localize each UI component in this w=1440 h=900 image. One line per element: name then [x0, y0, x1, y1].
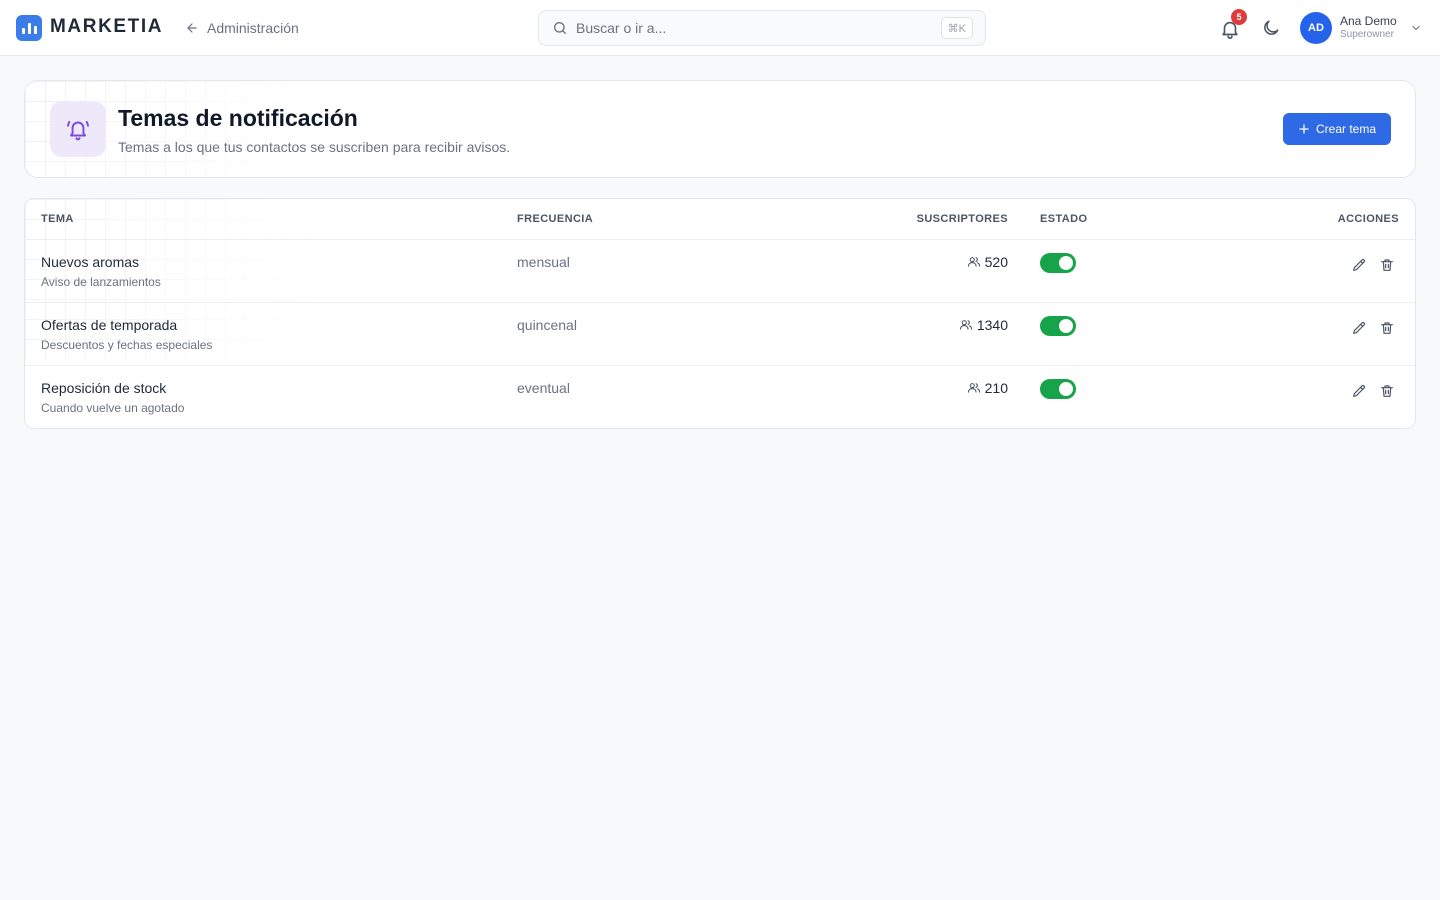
topic-title: Reposición de stock — [41, 380, 167, 396]
topic-icon-tile — [50, 101, 106, 157]
create-topic-button[interactable]: Crear tema — [1283, 113, 1391, 145]
topic-title: Ofertas de temporada — [41, 317, 178, 333]
dark-mode-moon-icon[interactable] — [1261, 18, 1281, 38]
toggle-knob — [1059, 319, 1073, 333]
logo-icon — [16, 15, 42, 41]
table-header: TEMA FRECUENCIA SUSCRIPTORES ESTADO ACCI… — [25, 199, 1415, 240]
topics-table: TEMA FRECUENCIA SUSCRIPTORES ESTADO ACCI… — [24, 198, 1416, 429]
user-name: Ana Demo — [1340, 14, 1397, 28]
toggle-knob — [1059, 382, 1073, 396]
subscribers-value: 520 — [984, 254, 1008, 270]
topic-frequency: eventual — [517, 380, 570, 396]
toggle-knob — [1059, 256, 1073, 270]
edit-pencil-icon[interactable] — [1351, 383, 1367, 399]
column-header-frecuencia[interactable]: FRECUENCIA — [517, 213, 593, 225]
page-header-card: Temas de notificación Temas a los que tu… — [24, 80, 1416, 178]
column-header-acciones: ACCIONES — [1337, 213, 1399, 225]
shortcut-hint: ⌘K — [940, 17, 973, 39]
back-to-admin-link[interactable]: Administración — [185, 18, 299, 38]
create-topic-label: Crear tema — [1315, 122, 1377, 136]
table-row: Ofertas de temporada Descuentos y fechas… — [25, 303, 1415, 366]
edit-pencil-icon[interactable] — [1351, 257, 1367, 273]
search-input[interactable] — [576, 20, 916, 36]
search-icon — [554, 22, 566, 34]
column-header-estado[interactable]: ESTADO — [1040, 213, 1087, 225]
column-header-tema[interactable]: TEMA — [41, 213, 74, 225]
user-role: Superowner — [1340, 29, 1394, 40]
status-toggle[interactable] — [1040, 253, 1076, 273]
topic-description: Cuando vuelve un agotado — [41, 401, 185, 415]
topic-frequency: quincenal — [517, 317, 577, 333]
subscribers-value: 210 — [984, 380, 1008, 396]
back-link-label: Administración — [207, 20, 299, 36]
app-logo-text: MARKETIA — [50, 16, 164, 37]
delete-trash-icon[interactable] — [1379, 257, 1395, 273]
global-search[interactable]: ⌘K — [538, 10, 986, 46]
topic-frequency: mensual — [517, 254, 570, 270]
subscribers-count: 1340 — [959, 317, 1008, 333]
table-row: Reposición de stock Cuando vuelve un ago… — [25, 366, 1415, 428]
topic-description: Descuentos y fechas especiales — [41, 338, 213, 352]
top-bar: MARKETIA Administración ⌘K 5 AD Ana Demo… — [0, 0, 1440, 56]
subscribers-value: 1340 — [976, 317, 1008, 333]
subscribers-count: 210 — [967, 380, 1008, 396]
edit-pencil-icon[interactable] — [1351, 320, 1367, 336]
topic-title: Nuevos aromas — [41, 254, 140, 270]
plus-icon — [1299, 124, 1309, 134]
status-toggle[interactable] — [1040, 316, 1076, 336]
page-subtitle: Temas a los que tus contactos se suscrib… — [118, 139, 511, 155]
user-menu[interactable]: AD Ana Demo Superowner — [1300, 12, 1426, 44]
chevron-down-icon — [1412, 25, 1420, 31]
delete-trash-icon[interactable] — [1379, 383, 1395, 399]
delete-trash-icon[interactable] — [1379, 320, 1395, 336]
column-header-suscriptores[interactable]: SUSCRIPTORES — [917, 213, 1008, 225]
topic-description: Aviso de lanzamientos — [41, 275, 161, 289]
notifications-badge: 5 — [1231, 9, 1247, 25]
subscribers-count: 520 — [967, 254, 1008, 270]
users-icon — [967, 257, 980, 267]
status-toggle[interactable] — [1040, 379, 1076, 399]
arrow-left-icon — [187, 23, 197, 33]
page-title: Temas de notificación — [118, 105, 358, 131]
table-row: Nuevos aromas Aviso de lanzamientos mens… — [25, 240, 1415, 303]
users-icon — [959, 320, 972, 330]
bell-ringing-icon — [67, 120, 89, 141]
avatar: AD — [1300, 12, 1332, 44]
users-icon — [967, 383, 980, 393]
